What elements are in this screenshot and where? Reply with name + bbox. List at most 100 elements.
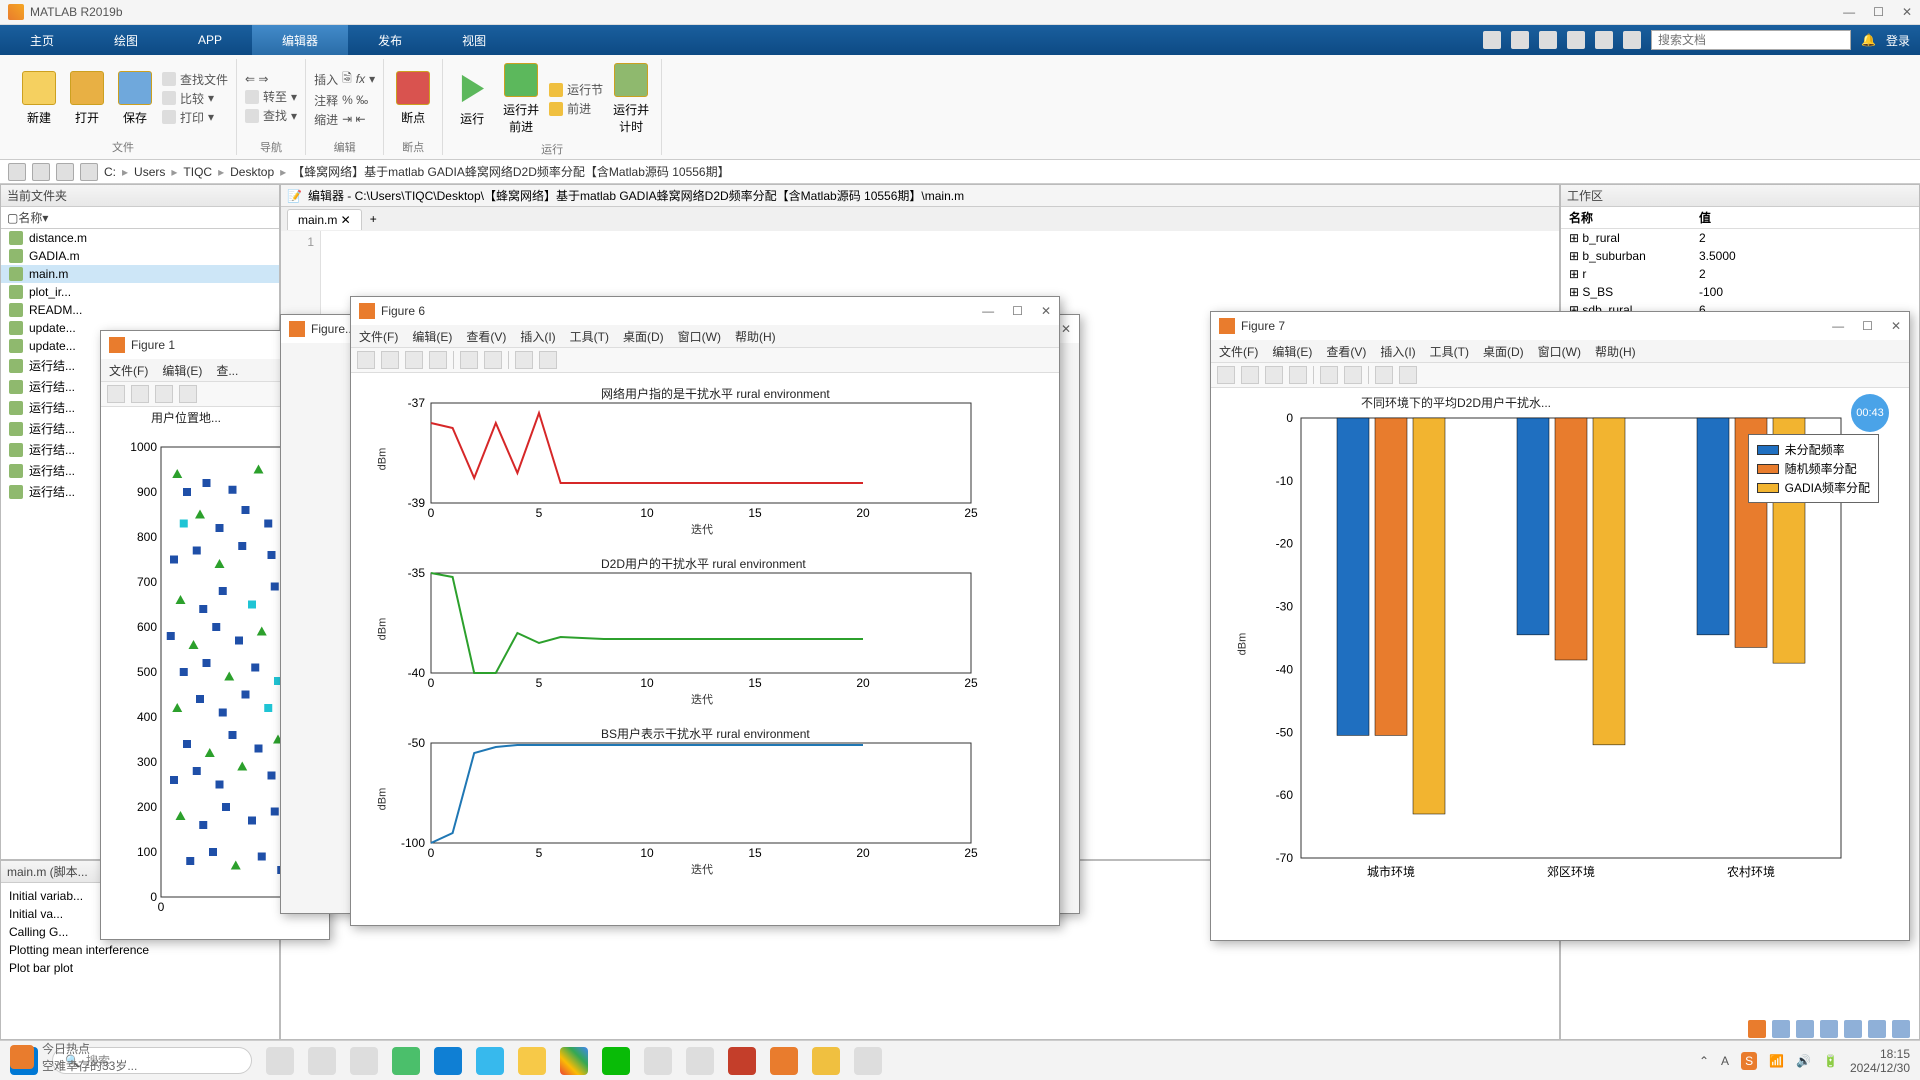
undo-icon[interactable] [1595, 31, 1613, 49]
minimize-icon[interactable]: — [1832, 319, 1844, 333]
maximize-icon[interactable]: ☐ [1873, 5, 1884, 19]
open-button[interactable]: 打开 [66, 67, 108, 130]
link-icon[interactable] [1320, 366, 1338, 384]
tb-browser-icon[interactable] [518, 1047, 546, 1075]
crumb[interactable]: 【蜂窝网络】基于matlab GADIA蜂窝网络D2D频率分配【含Matlab源… [292, 163, 729, 180]
crumb[interactable]: Desktop [230, 165, 274, 179]
ime-toolbar[interactable] [1748, 1020, 1910, 1038]
font-icon[interactable]: A [1721, 1054, 1729, 1068]
print-icon[interactable] [429, 351, 447, 369]
tb-browser-icon[interactable] [476, 1047, 504, 1075]
comment-button[interactable]: 注释 % ‰ [314, 92, 375, 109]
tb-app-icon[interactable] [686, 1047, 714, 1075]
tb-edge-icon[interactable] [392, 1047, 420, 1075]
copy-icon[interactable] [1539, 31, 1557, 49]
ime-tool-icon[interactable] [1772, 1020, 1790, 1038]
run-advance-button[interactable]: 运行并 前进 [499, 59, 543, 139]
menu-item[interactable]: 桌面(D) [623, 328, 664, 345]
menu-item[interactable]: 插入(I) [520, 328, 555, 345]
menu-item[interactable]: 桌面(D) [1483, 343, 1524, 360]
hotnews[interactable]: 今日热点空难幸存的33岁... [10, 1040, 137, 1074]
print-button[interactable]: 打印 ▾ [162, 109, 228, 126]
file-row[interactable]: GADIA.m [1, 247, 279, 265]
editor-tab[interactable]: main.m ✕ [287, 209, 362, 230]
ime-tool-icon[interactable] [1892, 1020, 1910, 1038]
menu-edit[interactable]: 编辑(E) [162, 362, 202, 379]
tb-matlab-icon[interactable] [770, 1047, 798, 1075]
advance-button[interactable]: 前进 [549, 100, 603, 117]
cut-icon[interactable] [1511, 31, 1529, 49]
menu-item[interactable]: 窗口(W) [678, 328, 721, 345]
save-icon[interactable] [155, 385, 173, 403]
print-icon[interactable] [179, 385, 197, 403]
arrow-icon[interactable] [515, 351, 533, 369]
file-row[interactable]: READM... [1, 301, 279, 319]
ime-icon[interactable]: S [1741, 1052, 1757, 1070]
run-button[interactable]: 运行 [451, 68, 493, 131]
workspace-var[interactable]: ⊞ b_rural2 [1561, 229, 1919, 247]
compare-button[interactable]: 比较 ▾ [162, 90, 228, 107]
goto-dd[interactable]: 转至 ▾ [245, 88, 297, 105]
tb-browser-icon[interactable] [434, 1047, 462, 1075]
volume-icon[interactable]: 🔊 [1796, 1054, 1811, 1068]
menu-item[interactable]: 窗口(W) [1538, 343, 1581, 360]
menu-item[interactable]: 文件(F) [1219, 343, 1258, 360]
dock-icon[interactable] [484, 351, 502, 369]
save-icon[interactable] [405, 351, 423, 369]
file-row[interactable]: plot_ir... [1, 283, 279, 301]
tb-app-icon[interactable] [308, 1047, 336, 1075]
save-icon[interactable] [1265, 366, 1283, 384]
menu-item[interactable]: 编辑(E) [1272, 343, 1312, 360]
add-tab-icon[interactable]: + [370, 212, 377, 226]
tab-view[interactable]: 视图 [432, 25, 516, 55]
workspace-var[interactable]: ⊞ S_BS-100 [1561, 283, 1919, 301]
chevron-up-icon[interactable]: ⌃ [1699, 1054, 1709, 1068]
menu-item[interactable]: 查看(V) [466, 328, 506, 345]
crumb[interactable]: C: [104, 165, 116, 179]
tab-publish[interactable]: 发布 [348, 25, 432, 55]
menu-item[interactable]: 插入(I) [1380, 343, 1415, 360]
close-icon[interactable]: ✕ [1041, 304, 1051, 318]
help-icon[interactable] [1623, 31, 1641, 49]
close-icon[interactable]: ✕ [1061, 322, 1071, 336]
new-fig-icon[interactable] [107, 385, 125, 403]
new-button[interactable]: 新建 [18, 67, 60, 130]
file-row[interactable]: distance.m [1, 229, 279, 247]
ime-tool-icon[interactable] [1796, 1020, 1814, 1038]
print-icon[interactable] [1289, 366, 1307, 384]
menu-item[interactable]: 帮助(H) [1595, 343, 1636, 360]
sogou-icon[interactable] [1748, 1020, 1766, 1038]
menu-file[interactable]: 文件(F) [109, 362, 148, 379]
minimize-icon[interactable]: — [1843, 5, 1855, 19]
search-docs-input[interactable] [1651, 30, 1851, 50]
new-fig-icon[interactable] [357, 351, 375, 369]
ime-tool-icon[interactable] [1868, 1020, 1886, 1038]
ime-tool-icon[interactable] [1844, 1020, 1862, 1038]
save-button[interactable]: 保存 [114, 67, 156, 130]
open-icon[interactable] [1241, 366, 1259, 384]
tb-app-icon[interactable] [350, 1047, 378, 1075]
tab-editor[interactable]: 编辑器 [252, 25, 348, 55]
open-icon[interactable] [131, 385, 149, 403]
link-icon[interactable] [460, 351, 478, 369]
panel-icon[interactable] [539, 351, 557, 369]
menu-item[interactable]: 文件(F) [359, 328, 398, 345]
arrow-icon[interactable] [1375, 366, 1393, 384]
menu-item[interactable]: 工具(T) [570, 328, 609, 345]
wifi-icon[interactable]: 📶 [1769, 1054, 1784, 1068]
open-icon[interactable] [381, 351, 399, 369]
tb-wechat-icon[interactable] [602, 1047, 630, 1075]
login-link[interactable]: 登录 [1886, 32, 1910, 49]
figure-7-window[interactable]: Figure 7 —☐✕ 文件(F)编辑(E)查看(V)插入(I)工具(T)桌面… [1210, 311, 1910, 941]
forward-icon[interactable] [32, 163, 50, 181]
maximize-icon[interactable]: ☐ [1862, 319, 1873, 333]
breakpoints-button[interactable]: 断点 [392, 67, 434, 130]
insert-button[interactable]: 插入 🗟 fx ▾ [314, 69, 375, 90]
menu-view[interactable]: 查... [216, 362, 238, 379]
close-icon[interactable]: ✕ [1902, 5, 1912, 19]
find-files-button[interactable]: 查找文件 [162, 71, 228, 88]
workspace-var[interactable]: ⊞ b_suburban3.5000 [1561, 247, 1919, 265]
panel-icon[interactable] [1399, 366, 1417, 384]
tb-chrome-icon[interactable] [560, 1047, 588, 1075]
menu-item[interactable]: 帮助(H) [735, 328, 776, 345]
